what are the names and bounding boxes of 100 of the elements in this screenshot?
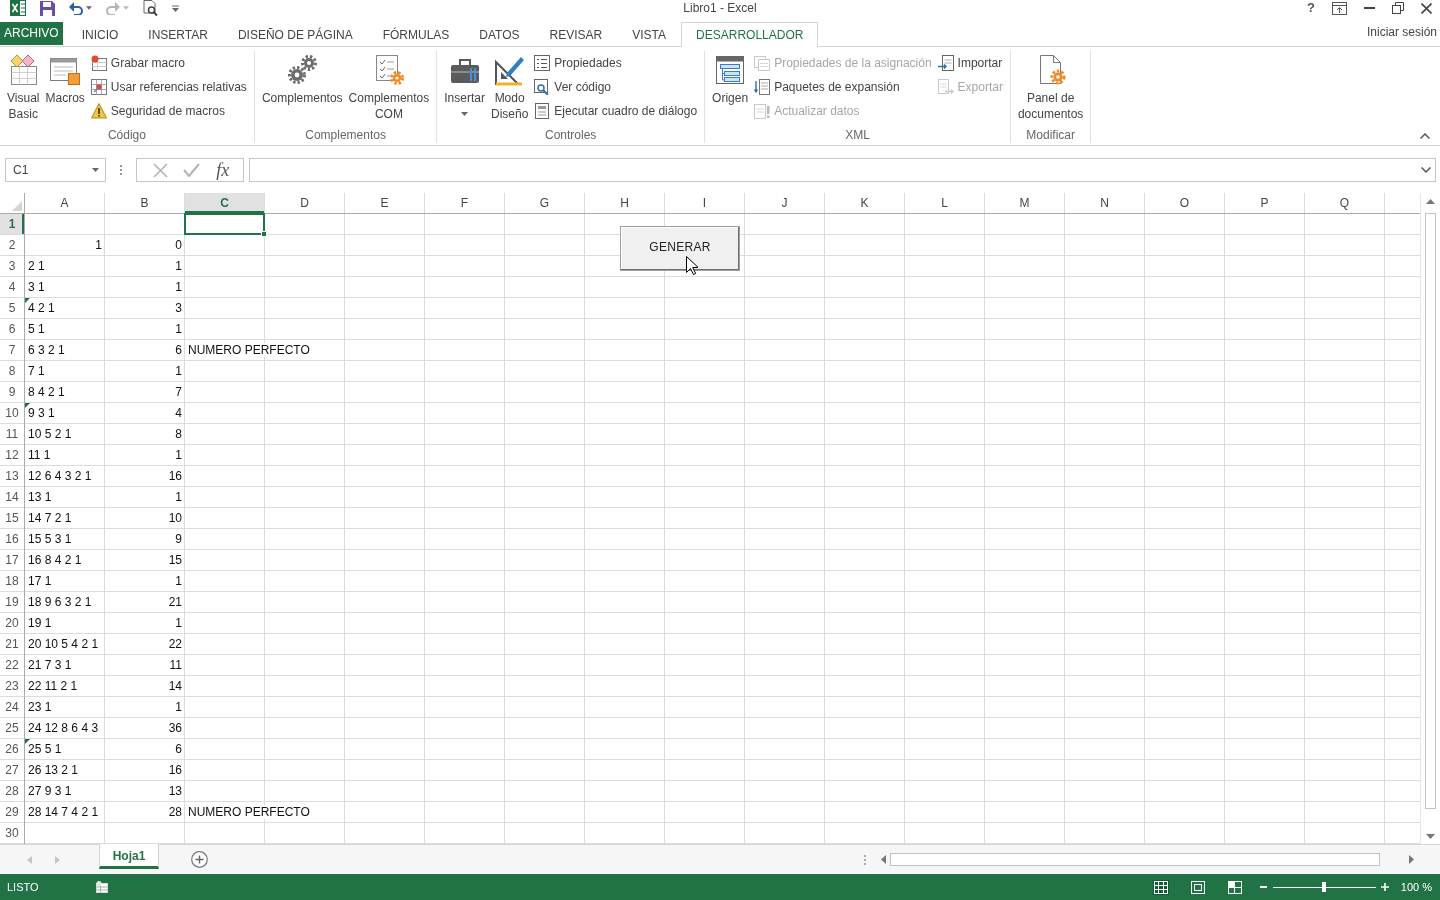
row-header[interactable]: 10 (0, 403, 24, 424)
ribbon-button[interactable]: Complementos COM (345, 51, 433, 122)
ribbon-button[interactable]: Macros (42, 51, 88, 106)
ribbon-tab[interactable]: INSERTAR (133, 23, 223, 47)
row-header[interactable]: 13 (0, 466, 24, 487)
row-header[interactable]: 29 (0, 802, 24, 823)
zoom-slider-thumb[interactable] (1322, 882, 1327, 892)
grid-view-icon[interactable] (1152, 879, 1169, 895)
file-tab[interactable]: ARCHIVO (0, 22, 63, 45)
caret-icon[interactable] (92, 168, 99, 172)
row-header[interactable]: 1 (0, 214, 24, 235)
column-header[interactable]: E (345, 193, 425, 213)
column-header[interactable]: L (905, 193, 985, 213)
sheet-icon[interactable] (95, 881, 109, 893)
column-header[interactable]: P (1225, 193, 1305, 213)
column-header[interactable]: O (1145, 193, 1225, 213)
close-icon[interactable] (1421, 2, 1432, 14)
row-header[interactable]: 18 (0, 571, 24, 592)
formula-input[interactable] (249, 158, 1436, 182)
row-header[interactable]: 17 (0, 550, 24, 571)
help-button[interactable]: ? (1307, 0, 1315, 16)
caret-icon[interactable] (86, 6, 92, 10)
name-box[interactable]: C1 (5, 158, 106, 182)
ribbon-tab[interactable]: DISEÑO DE PÁGINA (222, 23, 368, 47)
page-view-icon[interactable] (1189, 879, 1206, 895)
sign-in-link[interactable]: Iniciar sesión (1366, 23, 1440, 41)
collapse-ribbon-icon[interactable] (1420, 133, 1430, 139)
check-icon[interactable] (183, 163, 201, 177)
column-header[interactable]: G (505, 193, 585, 213)
zoom-level[interactable]: 100 % (1400, 881, 1432, 893)
ribbon-button[interactable]: Ejecutar cuadro de diálogo (531, 99, 701, 123)
ribbon-display-icon[interactable] (1332, 1, 1347, 15)
row-header[interactable]: 15 (0, 508, 24, 529)
row-header[interactable]: 24 (0, 697, 24, 718)
row-header[interactable]: 20 (0, 613, 24, 634)
fill-handle[interactable] (261, 231, 267, 237)
ribbon-button[interactable]: Importar (934, 51, 1006, 75)
page-break-view-icon[interactable] (1226, 879, 1243, 895)
row-header[interactable]: 16 (0, 529, 24, 550)
scrollbar-thumb[interactable] (890, 853, 1380, 866)
scroll-left-icon[interactable] (881, 855, 886, 864)
insert-function-button[interactable]: fx (216, 160, 230, 180)
row-header[interactable]: 19 (0, 592, 24, 613)
row-header[interactable]: 9 (0, 382, 24, 403)
spreadsheet-logo-icon[interactable] (10, 0, 26, 16)
undo-icon[interactable] (69, 1, 83, 15)
ribbon-tab[interactable]: FÓRMULAS (367, 23, 465, 47)
row-header[interactable]: 12 (0, 445, 24, 466)
add-sheet-icon[interactable] (191, 851, 208, 868)
row-header[interactable]: 8 (0, 361, 24, 382)
customize-menu-icon[interactable] (172, 4, 179, 12)
ribbon-button[interactable]: Modo Diseño (487, 51, 532, 122)
expand-caret-icon[interactable] (1421, 167, 1431, 173)
ribbon-button[interactable]: Panel de documentos (1014, 51, 1087, 122)
ribbon-button[interactable]: Usar referencias relativas (87, 75, 250, 99)
row-header[interactable]: 7 (0, 340, 24, 361)
scroll-right-icon[interactable] (1409, 855, 1414, 864)
row-header[interactable]: 3 (0, 256, 24, 277)
column-header[interactable]: A (25, 193, 105, 213)
generate-button[interactable]: GENERAR (620, 226, 740, 271)
ribbon-button[interactable]: Ver código (531, 75, 701, 99)
ribbon-tab[interactable]: VISTA (617, 23, 682, 47)
ribbon-button[interactable]: Paquetes de expansión (751, 75, 935, 99)
ribbon-button[interactable]: Insertar (441, 51, 488, 116)
column-header[interactable]: N (1065, 193, 1145, 213)
ribbon-button[interactable]: Visual Basic (4, 51, 43, 122)
ribbon-button[interactable]: Grabar macro (87, 51, 250, 75)
column-header[interactable]: I (665, 193, 745, 213)
ribbon-button[interactable]: Propiedades (531, 51, 701, 75)
ribbon-button[interactable]: Complementos (258, 51, 346, 106)
row-header[interactable]: 4 (0, 277, 24, 298)
row-header[interactable]: 26 (0, 739, 24, 760)
sheet-tab[interactable]: Hoja1 (99, 844, 159, 869)
row-header[interactable]: 23 (0, 676, 24, 697)
ribbon-tab[interactable]: INICIO (66, 23, 134, 47)
page-magnifier-icon[interactable] (143, 0, 158, 16)
column-header[interactable]: D (265, 193, 345, 213)
row-header[interactable]: 5 (0, 298, 24, 319)
column-header[interactable]: F (425, 193, 505, 213)
column-header[interactable]: C (185, 193, 265, 213)
zoom-in-icon[interactable] (1380, 883, 1389, 891)
ribbon-tab[interactable]: DATOS (464, 23, 535, 47)
column-header[interactable]: J (745, 193, 825, 213)
restore-icon[interactable] (1392, 2, 1404, 14)
ribbon-button[interactable]: Origen (709, 51, 752, 106)
row-header[interactable]: 27 (0, 760, 24, 781)
row-header[interactable]: 22 (0, 655, 24, 676)
scroll-up-icon[interactable] (1426, 199, 1435, 204)
row-header[interactable]: 21 (0, 634, 24, 655)
save-icon[interactable] (40, 0, 55, 16)
scrollbar-thumb[interactable] (1425, 213, 1436, 809)
row-header[interactable]: 2 (0, 235, 24, 256)
scroll-down-icon[interactable] (1426, 834, 1435, 839)
row-header[interactable]: 11 (0, 424, 24, 445)
column-header[interactable]: K (825, 193, 905, 213)
row-header[interactable]: 6 (0, 319, 24, 340)
column-header[interactable]: M (985, 193, 1065, 213)
ribbon-button[interactable]: Seguridad de macros (87, 99, 250, 123)
row-header[interactable]: 14 (0, 487, 24, 508)
ribbon-tab[interactable]: REVISAR (534, 23, 618, 47)
